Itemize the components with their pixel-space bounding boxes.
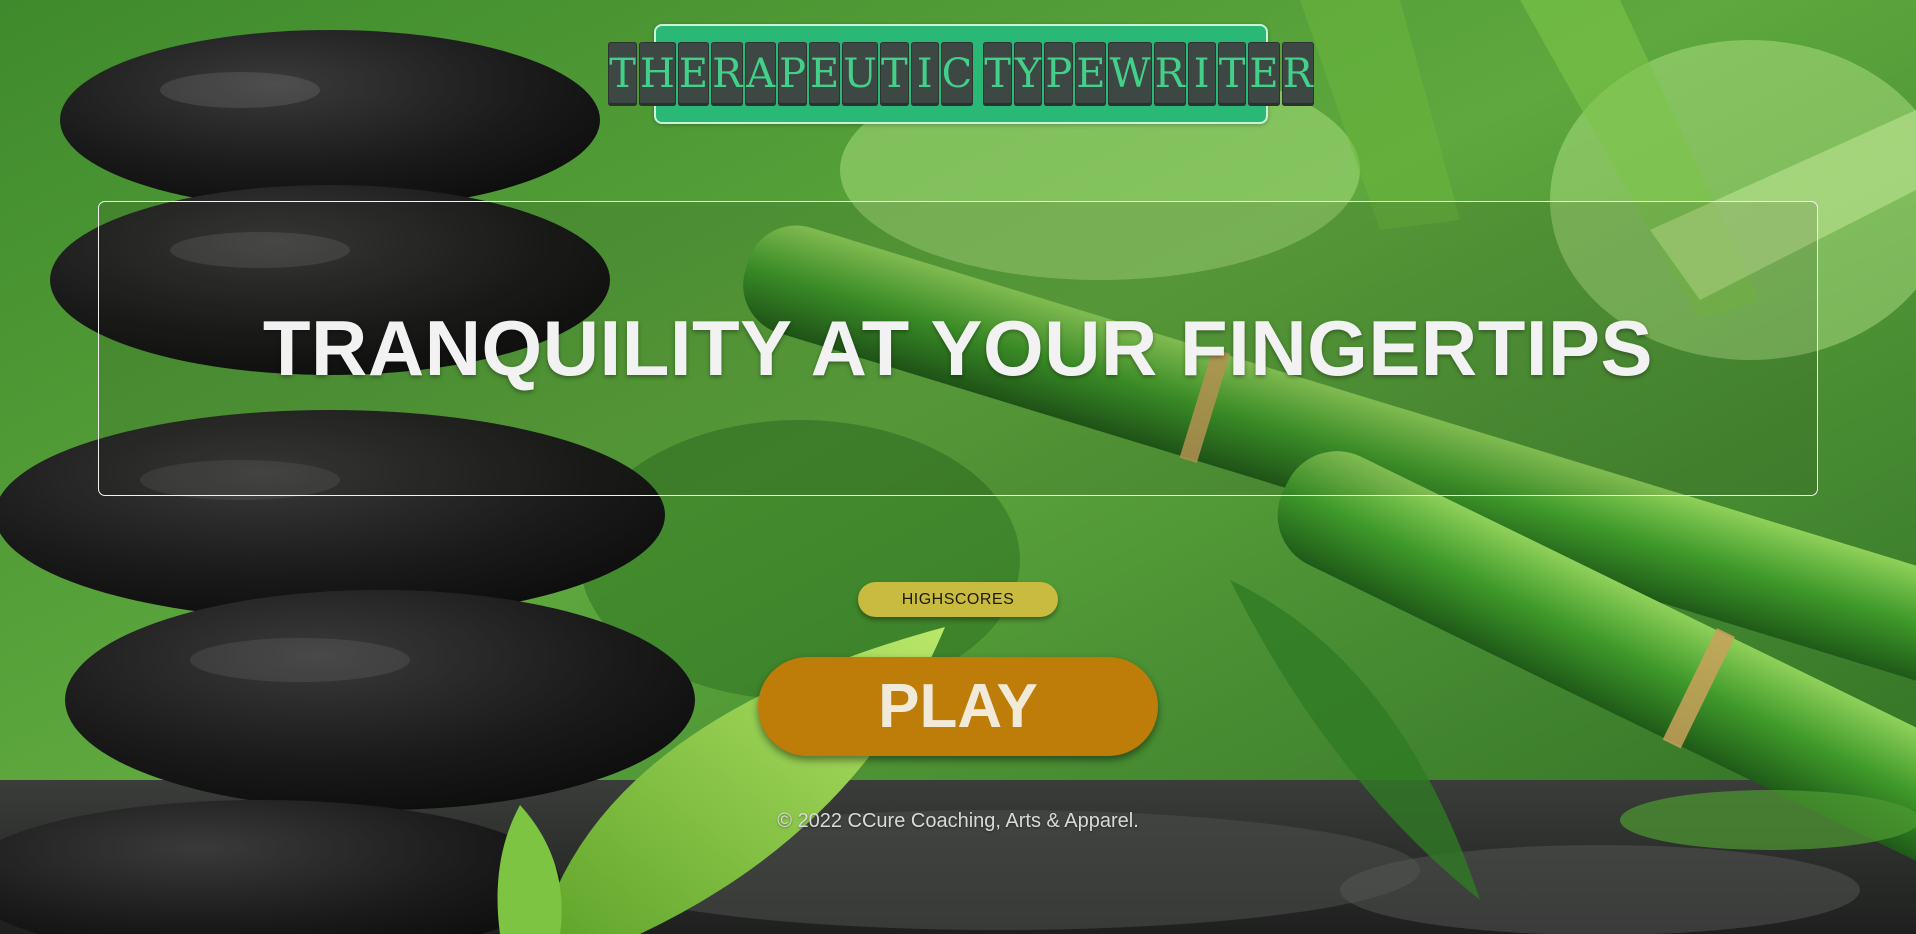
logo-key: R — [1281, 42, 1314, 106]
copyright-footer: © 2022 CCure Coaching, Arts & Apparel. — [777, 810, 1139, 832]
logo-word-typewriter: TYPEWRITER — [983, 42, 1314, 106]
logo-key: E — [809, 42, 841, 106]
logo-key: E — [1248, 42, 1280, 106]
logo-key: W — [1108, 42, 1152, 106]
highscores-button[interactable]: HIGHSCORES — [858, 582, 1058, 617]
logo-key: I — [910, 42, 939, 106]
logo-key: T — [1217, 42, 1247, 106]
logo-key: T — [983, 42, 1012, 106]
logo-key: T — [608, 42, 637, 106]
logo-lettering: THERAPEUTIC TYPEWRITER — [608, 42, 1314, 106]
play-button[interactable]: PLAY — [758, 657, 1158, 756]
tagline-panel: TRANQUILITY AT YOUR FINGERTIPS — [98, 201, 1818, 496]
logo-key: E — [1075, 42, 1107, 106]
logo-key: P — [778, 42, 808, 106]
logo-key: R — [711, 42, 744, 106]
logo-key: R — [1153, 42, 1186, 106]
tagline-title: TRANQUILITY AT YOUR FINGERTIPS — [262, 304, 1654, 392]
logo-word-therapeutic: THERAPEUTIC — [608, 42, 974, 106]
logo-key: U — [842, 42, 878, 106]
logo-key: P — [1044, 42, 1074, 106]
logo-key: Y — [1013, 42, 1043, 106]
logo-key: I — [1187, 42, 1216, 106]
app-logo: THERAPEUTIC TYPEWRITER — [608, 24, 1314, 124]
logo-key: E — [677, 42, 710, 106]
logo-key: T — [879, 42, 909, 106]
logo-key: H — [638, 42, 676, 106]
logo-key: A — [745, 42, 777, 106]
logo-key: C — [940, 42, 974, 106]
